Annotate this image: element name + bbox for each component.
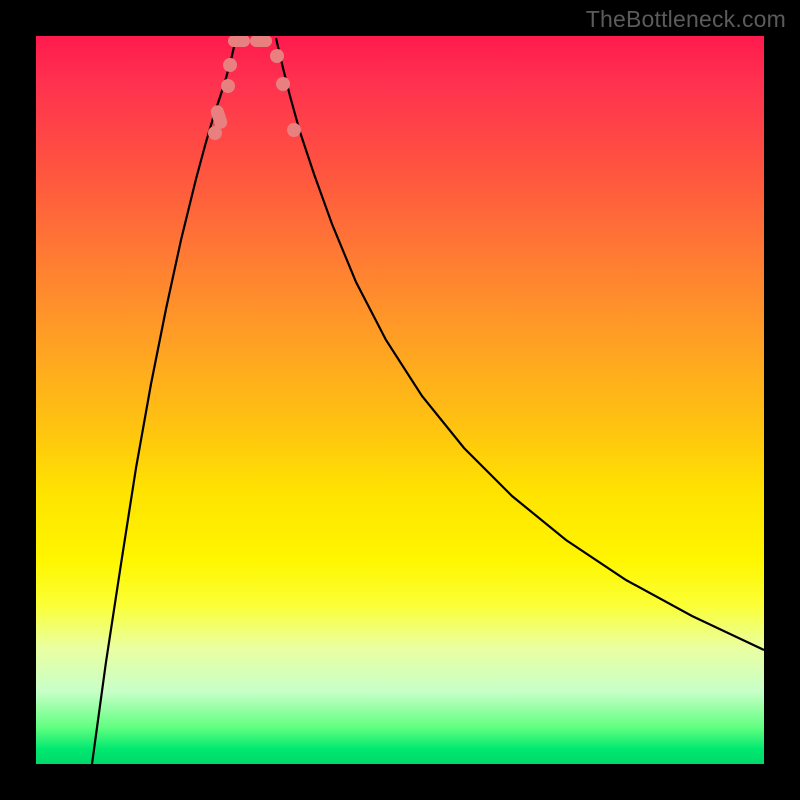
plot-area <box>36 36 764 764</box>
marker-dot <box>287 123 301 137</box>
markers-group <box>208 36 301 140</box>
curve-layer <box>36 36 764 764</box>
marker-capsule <box>209 104 229 131</box>
marker-dot <box>276 77 290 91</box>
curve-left-branch <box>92 38 236 764</box>
marker-dot <box>270 49 284 63</box>
curve-right-branch <box>276 38 764 650</box>
marker-capsule <box>250 36 272 47</box>
marker-dot <box>223 58 237 72</box>
watermark-text: TheBottleneck.com <box>586 6 786 33</box>
chart-frame: TheBottleneck.com <box>0 0 800 800</box>
marker-capsule <box>228 36 250 47</box>
marker-dot <box>221 79 235 93</box>
